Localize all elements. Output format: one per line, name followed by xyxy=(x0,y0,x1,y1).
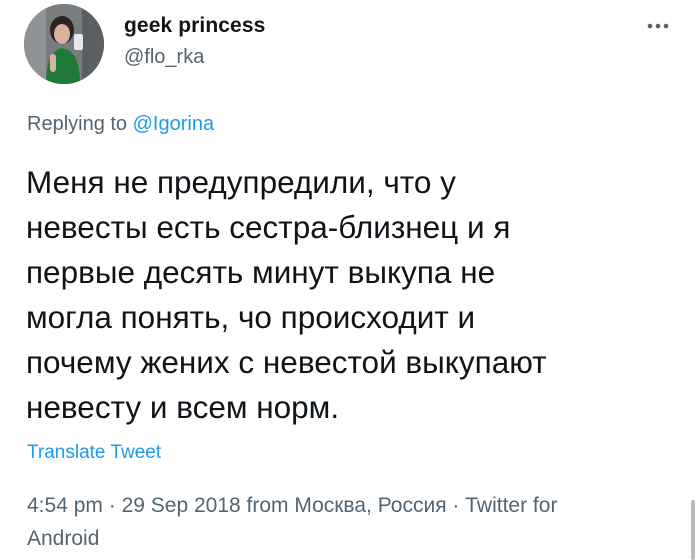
more-horizontal-icon xyxy=(647,23,669,29)
tweet-text-line: невесту и всем норм. xyxy=(26,389,340,425)
translate-tweet-link[interactable]: Translate Tweet xyxy=(27,442,161,464)
tweet-text-line: первые десять минут выкупа не xyxy=(26,254,496,290)
tweet-source-continued[interactable]: Android xyxy=(27,522,677,555)
meta-separator: · xyxy=(446,494,466,517)
username-handle[interactable]: @flo_rka xyxy=(124,46,204,69)
tweet-text-line: почему жених с невестой выкупают xyxy=(26,344,547,380)
meta-separator: · xyxy=(102,494,122,517)
tweet-source[interactable]: Twitter for xyxy=(465,494,557,517)
metadata-line-1: 4:54 pm · 29 Sep 2018 from Москва, Росси… xyxy=(27,489,677,522)
tweet-location[interactable]: from Москва, Россия xyxy=(241,494,447,517)
reply-mention-link[interactable]: @Igorina xyxy=(133,113,214,135)
tweet: geek princess @flo_rka Replying to @Igor… xyxy=(0,0,700,560)
display-name[interactable]: geek princess xyxy=(124,14,265,38)
more-options-button[interactable] xyxy=(640,12,676,40)
avatar-photo xyxy=(24,4,104,84)
scrollbar[interactable] xyxy=(691,500,695,560)
tweet-text-line: Меня не предупредили, что у xyxy=(26,164,456,200)
replying-to-line: Replying to @Igorina xyxy=(27,113,214,136)
tweet-text-line: невесты есть сестра-близнец и я xyxy=(26,209,511,245)
tweet-text-line: могла понять, чо происходит и xyxy=(26,299,476,335)
tweet-text: Меня не предупредили, что у невесты есть… xyxy=(26,160,676,430)
tweet-time[interactable]: 4:54 pm xyxy=(27,494,103,517)
tweet-date[interactable]: 29 Sep 2018 xyxy=(122,494,241,517)
avatar[interactable] xyxy=(24,4,104,84)
tweet-metadata: 4:54 pm · 29 Sep 2018 from Москва, Росси… xyxy=(27,489,677,555)
replying-to-label: Replying to xyxy=(27,113,133,135)
